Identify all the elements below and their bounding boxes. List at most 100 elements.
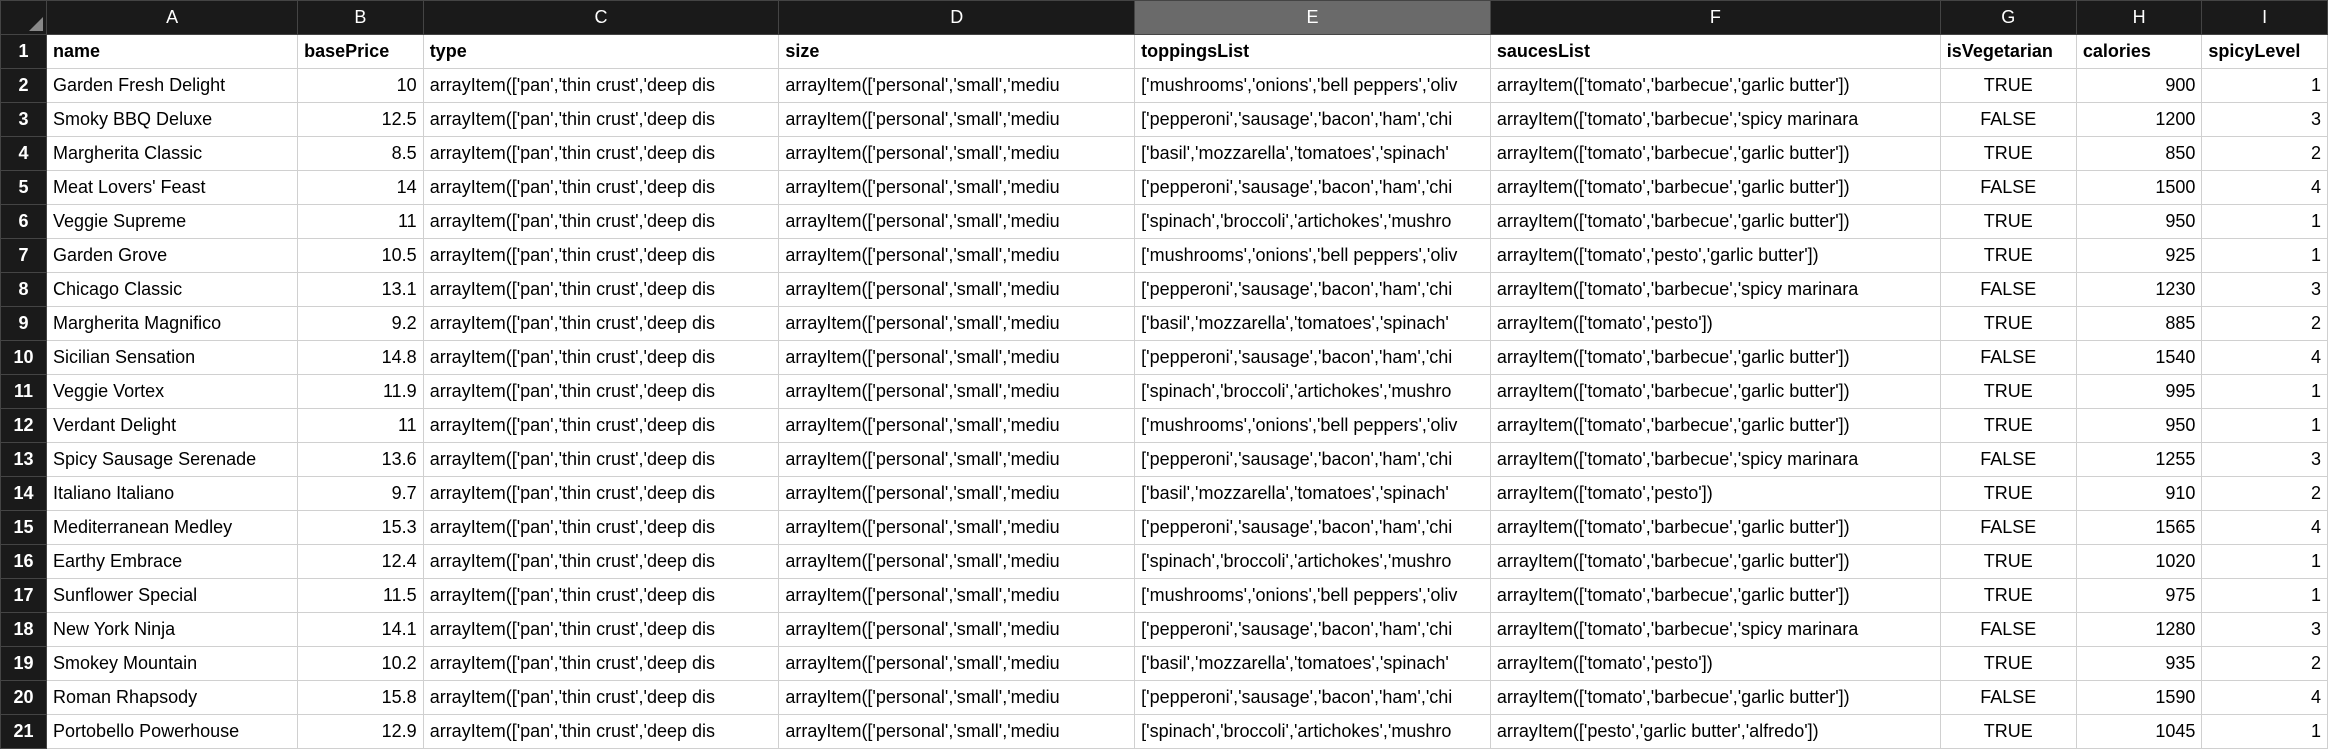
cell[interactable]: 4 bbox=[2202, 511, 2328, 545]
cell[interactable]: ['basil','mozzarella','tomatoes','spinac… bbox=[1135, 307, 1491, 341]
cell[interactable]: 2 bbox=[2202, 647, 2328, 681]
cell[interactable]: ['pepperoni','sausage','bacon','ham','ch… bbox=[1135, 613, 1491, 647]
cell[interactable]: arrayItem(['personal','small','mediu bbox=[779, 375, 1135, 409]
cell[interactable]: Veggie Vortex bbox=[47, 375, 298, 409]
row-header-2[interactable]: 2 bbox=[1, 69, 47, 103]
cell[interactable]: arrayItem(['tomato','barbecue','garlic b… bbox=[1490, 511, 1940, 545]
cell[interactable]: 15.8 bbox=[298, 681, 424, 715]
cell[interactable]: ['mushrooms','onions','bell peppers','ol… bbox=[1135, 239, 1491, 273]
cell[interactable]: arrayItem(['pan','thin crust','deep dis bbox=[423, 341, 779, 375]
cell[interactable]: arrayItem(['tomato','barbecue','spicy ma… bbox=[1490, 103, 1940, 137]
cell[interactable]: 10 bbox=[298, 69, 424, 103]
cell[interactable]: 2 bbox=[2202, 477, 2328, 511]
cell[interactable]: arrayItem(['pan','thin crust','deep dis bbox=[423, 409, 779, 443]
cell[interactable]: 12.5 bbox=[298, 103, 424, 137]
cell[interactable]: TRUE bbox=[1940, 69, 2076, 103]
row-header-8[interactable]: 8 bbox=[1, 273, 47, 307]
cell[interactable]: ['spinach','broccoli','artichokes','mush… bbox=[1135, 375, 1491, 409]
header-cell[interactable]: isVegetarian bbox=[1940, 35, 2076, 69]
cell[interactable]: 15.3 bbox=[298, 511, 424, 545]
cell[interactable]: arrayItem(['pan','thin crust','deep dis bbox=[423, 103, 779, 137]
row-header-1[interactable]: 1 bbox=[1, 35, 47, 69]
cell[interactable]: arrayItem(['personal','small','mediu bbox=[779, 103, 1135, 137]
cell[interactable]: 1045 bbox=[2076, 715, 2202, 749]
cell[interactable]: 11.5 bbox=[298, 579, 424, 613]
cell[interactable]: arrayItem(['tomato','pesto']) bbox=[1490, 477, 1940, 511]
cell[interactable]: arrayItem(['pan','thin crust','deep dis bbox=[423, 443, 779, 477]
cell[interactable]: arrayItem(['tomato','pesto']) bbox=[1490, 307, 1940, 341]
cell[interactable]: Margherita Classic bbox=[47, 137, 298, 171]
cell[interactable]: 14 bbox=[298, 171, 424, 205]
cell[interactable]: arrayItem(['pan','thin crust','deep dis bbox=[423, 477, 779, 511]
cell[interactable]: 4 bbox=[2202, 681, 2328, 715]
header-cell[interactable]: calories bbox=[2076, 35, 2202, 69]
cell[interactable]: 1 bbox=[2202, 579, 2328, 613]
cell[interactable]: arrayItem(['personal','small','mediu bbox=[779, 613, 1135, 647]
row-header-15[interactable]: 15 bbox=[1, 511, 47, 545]
cell[interactable]: 11 bbox=[298, 409, 424, 443]
cell[interactable]: arrayItem(['pan','thin crust','deep dis bbox=[423, 681, 779, 715]
cell[interactable]: arrayItem(['pan','thin crust','deep dis bbox=[423, 307, 779, 341]
cell[interactable]: ['pepperoni','sausage','bacon','ham','ch… bbox=[1135, 341, 1491, 375]
row-header-7[interactable]: 7 bbox=[1, 239, 47, 273]
cell[interactable]: 900 bbox=[2076, 69, 2202, 103]
cell[interactable]: ['basil','mozzarella','tomatoes','spinac… bbox=[1135, 477, 1491, 511]
cell[interactable]: arrayItem(['personal','small','mediu bbox=[779, 307, 1135, 341]
cell[interactable]: 1 bbox=[2202, 239, 2328, 273]
cell[interactable]: ['spinach','broccoli','artichokes','mush… bbox=[1135, 545, 1491, 579]
cell[interactable]: FALSE bbox=[1940, 273, 2076, 307]
cell[interactable]: 1020 bbox=[2076, 545, 2202, 579]
header-cell[interactable]: saucesList bbox=[1490, 35, 1940, 69]
cell[interactable]: 850 bbox=[2076, 137, 2202, 171]
cell[interactable]: FALSE bbox=[1940, 103, 2076, 137]
cell[interactable]: Mediterranean Medley bbox=[47, 511, 298, 545]
cell[interactable]: Veggie Supreme bbox=[47, 205, 298, 239]
row-header-16[interactable]: 16 bbox=[1, 545, 47, 579]
cell[interactable]: arrayItem(['pan','thin crust','deep dis bbox=[423, 69, 779, 103]
cell[interactable]: arrayItem(['tomato','barbecue','spicy ma… bbox=[1490, 443, 1940, 477]
column-header-C[interactable]: C bbox=[423, 1, 779, 35]
cell[interactable]: arrayItem(['tomato','pesto','garlic butt… bbox=[1490, 239, 1940, 273]
cell[interactable]: ['pepperoni','sausage','bacon','ham','ch… bbox=[1135, 443, 1491, 477]
cell[interactable]: 10.5 bbox=[298, 239, 424, 273]
cell[interactable]: arrayItem(['pan','thin crust','deep dis bbox=[423, 171, 779, 205]
column-header-I[interactable]: I bbox=[2202, 1, 2328, 35]
cell[interactable]: 10.2 bbox=[298, 647, 424, 681]
cell[interactable]: arrayItem(['pan','thin crust','deep dis bbox=[423, 511, 779, 545]
cell[interactable]: New York Ninja bbox=[47, 613, 298, 647]
cell[interactable]: TRUE bbox=[1940, 239, 2076, 273]
cell[interactable]: Sunflower Special bbox=[47, 579, 298, 613]
cell[interactable]: arrayItem(['pan','thin crust','deep dis bbox=[423, 545, 779, 579]
cell[interactable]: arrayItem(['pan','thin crust','deep dis bbox=[423, 137, 779, 171]
cell[interactable]: Margherita Magnifico bbox=[47, 307, 298, 341]
cell[interactable]: arrayItem(['pan','thin crust','deep dis bbox=[423, 715, 779, 749]
cell[interactable]: TRUE bbox=[1940, 715, 2076, 749]
cell[interactable]: FALSE bbox=[1940, 681, 2076, 715]
cell[interactable]: ['spinach','broccoli','artichokes','mush… bbox=[1135, 715, 1491, 749]
row-header-19[interactable]: 19 bbox=[1, 647, 47, 681]
cell[interactable]: ['mushrooms','onions','bell peppers','ol… bbox=[1135, 69, 1491, 103]
cell[interactable]: arrayItem(['tomato','barbecue','garlic b… bbox=[1490, 375, 1940, 409]
row-header-11[interactable]: 11 bbox=[1, 375, 47, 409]
cell[interactable]: Smoky BBQ Deluxe bbox=[47, 103, 298, 137]
cell[interactable]: arrayItem(['tomato','barbecue','garlic b… bbox=[1490, 409, 1940, 443]
cell[interactable]: arrayItem(['tomato','pesto']) bbox=[1490, 647, 1940, 681]
cell[interactable]: 1 bbox=[2202, 409, 2328, 443]
header-cell[interactable]: name bbox=[47, 35, 298, 69]
cell[interactable]: 885 bbox=[2076, 307, 2202, 341]
cell[interactable]: 12.9 bbox=[298, 715, 424, 749]
cell[interactable]: 995 bbox=[2076, 375, 2202, 409]
cell[interactable]: arrayItem(['personal','small','mediu bbox=[779, 69, 1135, 103]
cell[interactable]: 1255 bbox=[2076, 443, 2202, 477]
cell[interactable]: 14.1 bbox=[298, 613, 424, 647]
cell[interactable]: arrayItem(['pan','thin crust','deep dis bbox=[423, 205, 779, 239]
cell[interactable]: 950 bbox=[2076, 409, 2202, 443]
cell[interactable]: arrayItem(['personal','small','mediu bbox=[779, 681, 1135, 715]
cell[interactable]: 9.7 bbox=[298, 477, 424, 511]
cell[interactable]: Garden Fresh Delight bbox=[47, 69, 298, 103]
column-header-G[interactable]: G bbox=[1940, 1, 2076, 35]
cell[interactable]: 9.2 bbox=[298, 307, 424, 341]
cell[interactable]: arrayItem(['tomato','barbecue','garlic b… bbox=[1490, 545, 1940, 579]
cell[interactable]: arrayItem(['pan','thin crust','deep dis bbox=[423, 375, 779, 409]
header-cell[interactable]: spicyLevel bbox=[2202, 35, 2328, 69]
